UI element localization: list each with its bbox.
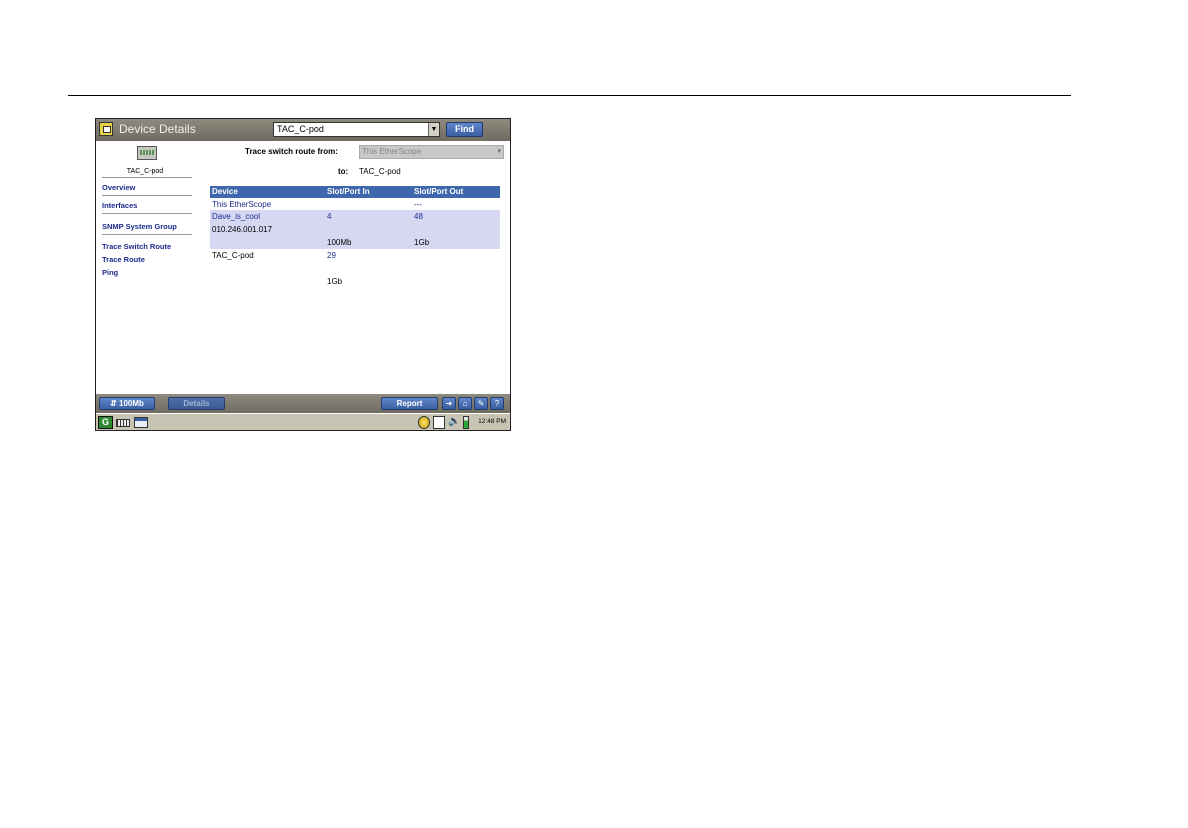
battery-icon[interactable] bbox=[463, 416, 469, 429]
device-select-value: TAC_C-pod bbox=[277, 124, 324, 134]
trace-from-value: This EtherScope bbox=[362, 147, 422, 156]
device-details-window: Device Details TAC_C-pod ▼ Find TAC_C-po… bbox=[95, 118, 511, 431]
divider bbox=[102, 234, 192, 235]
system-taskbar: G 🔈 12:48 PM bbox=[96, 413, 510, 430]
chevron-down-icon[interactable]: ▼ bbox=[428, 123, 439, 136]
column-header-device: Device bbox=[212, 187, 238, 196]
trace-to-label: to: bbox=[338, 167, 349, 176]
find-button[interactable]: Find bbox=[446, 122, 483, 137]
divider bbox=[102, 195, 192, 196]
column-header-slot-port-in: Slot/Port In bbox=[327, 187, 370, 196]
app-window-icon[interactable] bbox=[99, 122, 113, 136]
window-title: Device Details bbox=[119, 122, 196, 136]
sidebar-item-overview[interactable]: Overview bbox=[102, 183, 135, 192]
main-content: Trace switch route from: This EtherScope… bbox=[194, 141, 510, 393]
divider bbox=[102, 213, 192, 214]
link-speed-label: 100Mb bbox=[119, 399, 144, 408]
details-button[interactable]: Details bbox=[168, 397, 225, 410]
divider bbox=[102, 177, 192, 178]
sidebar-item-snmp-system-group[interactable]: SNMP System Group bbox=[102, 222, 177, 231]
keyboard-icon[interactable] bbox=[116, 419, 130, 427]
report-button[interactable]: Report bbox=[381, 397, 438, 410]
link-speed-button[interactable]: ⇵ 100Mb bbox=[99, 397, 155, 410]
window-icon[interactable] bbox=[134, 417, 148, 428]
port-out-cell: --- bbox=[414, 200, 422, 209]
device-cell: TAC_C-pod bbox=[212, 251, 254, 260]
device-ip-cell: 010.246.001.017 bbox=[212, 225, 273, 234]
network-link-icon: ⇵ bbox=[110, 399, 120, 408]
trace-from-select[interactable]: This EtherScope ▾ bbox=[359, 145, 504, 159]
device-select-dropdown[interactable]: TAC_C-pod ▼ bbox=[273, 122, 440, 137]
table-row[interactable]: This EtherScope --- bbox=[210, 198, 500, 210]
help-icon[interactable]: ? bbox=[490, 397, 504, 410]
globe-icon[interactable] bbox=[418, 416, 430, 429]
clock: 12:48 PM bbox=[478, 418, 506, 425]
clipboard-icon[interactable] bbox=[433, 416, 445, 429]
sidebar-item-trace-route[interactable]: Trace Route bbox=[102, 255, 145, 264]
trace-to-value: TAC_C-pod bbox=[359, 167, 401, 176]
sidebar: TAC_C-pod Overview Interfaces SNMP Syste… bbox=[96, 141, 194, 393]
sidebar-item-trace-switch-route[interactable]: Trace Switch Route bbox=[102, 242, 171, 251]
table-row[interactable]: Dave_is_cool 010.246.001.017 4 100Mb 48 … bbox=[210, 210, 500, 249]
page-divider-line bbox=[68, 95, 1071, 96]
port-in-cell: 29 bbox=[327, 251, 336, 260]
table-header: Device Slot/Port In Slot/Port Out bbox=[210, 186, 500, 198]
sidebar-item-ping[interactable]: Ping bbox=[102, 268, 118, 277]
table-row[interactable]: TAC_C-pod 29 1Gb bbox=[210, 249, 500, 289]
speed-in-cell: 1Gb bbox=[327, 277, 343, 286]
column-header-slot-port-out: Slot/Port Out bbox=[414, 187, 464, 196]
sidebar-item-interfaces[interactable]: Interfaces bbox=[102, 201, 137, 210]
device-cell: This EtherScope bbox=[212, 200, 272, 209]
g-logo-icon[interactable]: G bbox=[98, 416, 113, 429]
tools-icon[interactable]: ✎ bbox=[474, 397, 488, 410]
bottom-toolbar: ⇵ 100Mb Details Report ➜ ⌂ ✎ ? bbox=[96, 394, 510, 413]
title-bar: Device Details TAC_C-pod ▼ Find bbox=[96, 119, 510, 141]
speaker-icon[interactable]: 🔈 bbox=[448, 416, 460, 429]
chevron-down-icon[interactable]: ▾ bbox=[497, 146, 501, 158]
device-cell: Dave_is_cool bbox=[212, 212, 261, 221]
speed-out-cell: 1Gb bbox=[414, 238, 430, 247]
speed-in-cell: 100Mb bbox=[327, 238, 352, 247]
switch-device-icon bbox=[137, 146, 157, 160]
trace-from-label: Trace switch route from: bbox=[245, 147, 338, 156]
port-out-cell: 48 bbox=[414, 212, 423, 221]
home-icon[interactable]: ⌂ bbox=[458, 397, 472, 410]
sidebar-device-name: TAC_C-pod bbox=[126, 168, 164, 175]
back-icon[interactable]: ➜ bbox=[442, 397, 456, 410]
port-in-cell: 4 bbox=[327, 212, 332, 221]
